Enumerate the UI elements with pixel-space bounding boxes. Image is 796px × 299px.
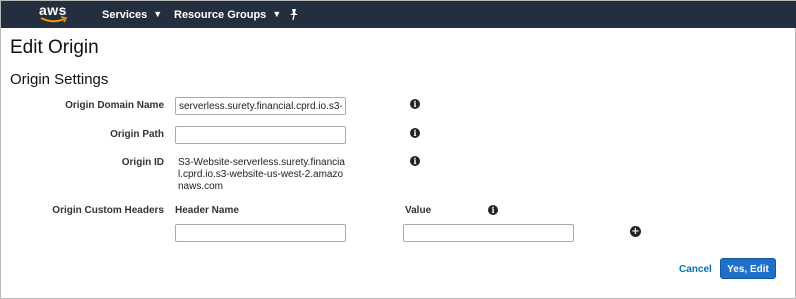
services-menu[interactable]: Services ▼ [102,8,162,22]
info-icon[interactable]: i [410,99,420,109]
header-name-column-label: Header Name [175,205,239,216]
info-icon[interactable]: i [410,156,420,166]
section-title: Origin Settings [10,71,109,88]
origin-path-input[interactable] [175,126,346,144]
cancel-button[interactable]: Cancel [679,264,712,276]
pin-icon[interactable] [288,8,300,21]
origin-domain-name-input[interactable] [175,97,346,115]
info-icon[interactable]: i [410,128,420,138]
aws-smile-icon [40,16,68,23]
origin-id-value: S3-Website-serverless.surety.financial.c… [178,157,345,192]
header-name-input[interactable] [175,224,346,242]
page-title: Edit Origin [10,37,99,58]
origin-domain-name-label: Origin Domain Name [65,100,164,111]
value-column-label: Value [405,205,432,216]
chevron-down-icon: ▼ [272,9,282,19]
origin-id-label: Origin ID [121,157,164,168]
aws-logo-text: aws [39,2,67,18]
services-label: Services [102,9,148,21]
resource-groups-label: Resource Groups [174,9,267,21]
add-header-plus-icon[interactable]: + [630,226,641,237]
top-navigation-bar: aws Services ▼ Resource Groups ▼ [1,1,796,28]
origin-custom-headers-label: Origin Custom Headers [52,205,164,216]
chevron-down-icon: ▼ [153,9,163,19]
origin-path-label: Origin Path [110,129,164,140]
resource-groups-menu[interactable]: Resource Groups ▼ [174,8,281,22]
aws-logo[interactable]: aws [39,3,69,25]
info-icon[interactable]: i [488,205,498,215]
yes-edit-button[interactable]: Yes, Edit [720,258,776,279]
header-value-input[interactable] [403,224,574,242]
